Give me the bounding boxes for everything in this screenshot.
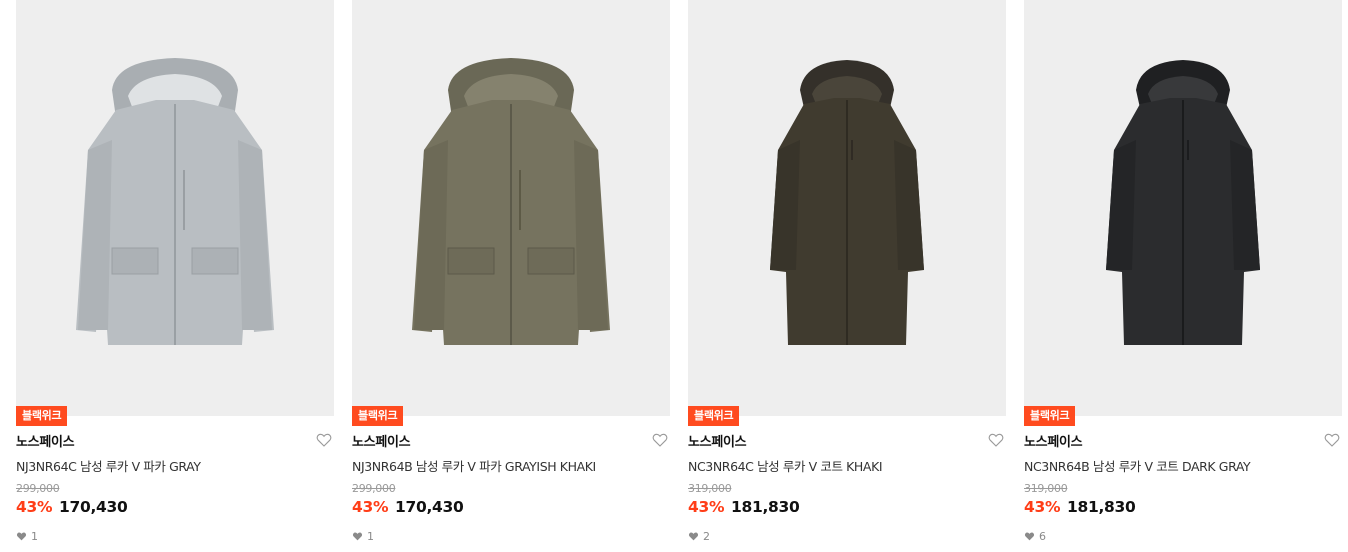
discount-rate: 43% (688, 498, 725, 516)
product-card[interactable]: 블랙위크 노스페이스 NC3NR64C 남성 루카 V 코트 KHAKI 319… (688, 0, 1006, 552)
product-card[interactable]: 블랙위크 노스페이스 NC3NR64B 남성 루카 V 코트 DARK GRAY… (1024, 0, 1342, 552)
sale-price: 170,430 (395, 498, 464, 516)
discount-rate: 43% (16, 498, 53, 516)
event-badge: 블랙위크 (16, 406, 68, 426)
heart-icon[interactable] (1324, 432, 1340, 448)
original-price: 299,000 (352, 482, 396, 495)
product-image[interactable] (688, 0, 1006, 416)
product-card[interactable]: 블랙위크 노스페이스 NJ3NR64B 남성 루카 V 파카 GRAYISH K… (352, 0, 670, 552)
brand-name[interactable]: 노스페이스 (16, 431, 75, 450)
sale-price: 181,830 (1067, 498, 1136, 516)
heart-icon[interactable] (988, 432, 1004, 448)
event-badge: 블랙위크 (1024, 406, 1076, 426)
coat-illustration (770, 60, 924, 345)
parka-illustration (412, 58, 610, 345)
product-name[interactable]: NJ3NR64B 남성 루카 V 파카 GRAYISH KHAKI (352, 456, 652, 475)
brand-name[interactable]: 노스페이스 (352, 431, 411, 450)
discount-rate: 43% (1024, 498, 1061, 516)
product-name[interactable]: NC3NR64C 남성 루카 V 코트 KHAKI (688, 456, 988, 475)
product-image[interactable] (352, 0, 670, 416)
product-image[interactable] (1024, 0, 1342, 416)
event-badge: 블랙위크 (352, 406, 404, 426)
like-count-value: 6 (1039, 529, 1046, 543)
coat-illustration (1106, 60, 1260, 345)
like-count-value: 1 (31, 529, 38, 543)
original-price: 319,000 (688, 482, 732, 495)
brand-name[interactable]: 노스페이스 (688, 431, 747, 450)
heart-filled-icon (352, 532, 363, 541)
sale-price: 181,830 (731, 498, 800, 516)
heart-icon[interactable] (652, 432, 668, 448)
product-name[interactable]: NC3NR64B 남성 루카 V 코트 DARK GRAY (1024, 456, 1324, 475)
like-count: 6 (1024, 529, 1046, 543)
product-image[interactable] (16, 0, 334, 416)
product-grid: 블랙위크 노스페이스 NJ3NR64C 남성 루카 V 파카 GRAY 299,… (0, 0, 1348, 552)
original-price: 299,000 (16, 482, 60, 495)
discount-rate: 43% (352, 498, 389, 516)
heart-icon[interactable] (316, 432, 332, 448)
event-badge: 블랙위크 (688, 406, 740, 426)
product-card[interactable]: 블랙위크 노스페이스 NJ3NR64C 남성 루카 V 파카 GRAY 299,… (16, 0, 334, 552)
like-count: 2 (688, 529, 710, 543)
heart-filled-icon (16, 532, 27, 541)
like-count: 1 (16, 529, 38, 543)
brand-name[interactable]: 노스페이스 (1024, 431, 1083, 450)
heart-filled-icon (688, 532, 699, 541)
like-count-value: 2 (703, 529, 710, 543)
product-name[interactable]: NJ3NR64C 남성 루카 V 파카 GRAY (16, 456, 316, 475)
heart-filled-icon (1024, 532, 1035, 541)
like-count: 1 (352, 529, 374, 543)
original-price: 319,000 (1024, 482, 1068, 495)
sale-price: 170,430 (59, 498, 128, 516)
parka-illustration (76, 58, 274, 345)
like-count-value: 1 (367, 529, 374, 543)
